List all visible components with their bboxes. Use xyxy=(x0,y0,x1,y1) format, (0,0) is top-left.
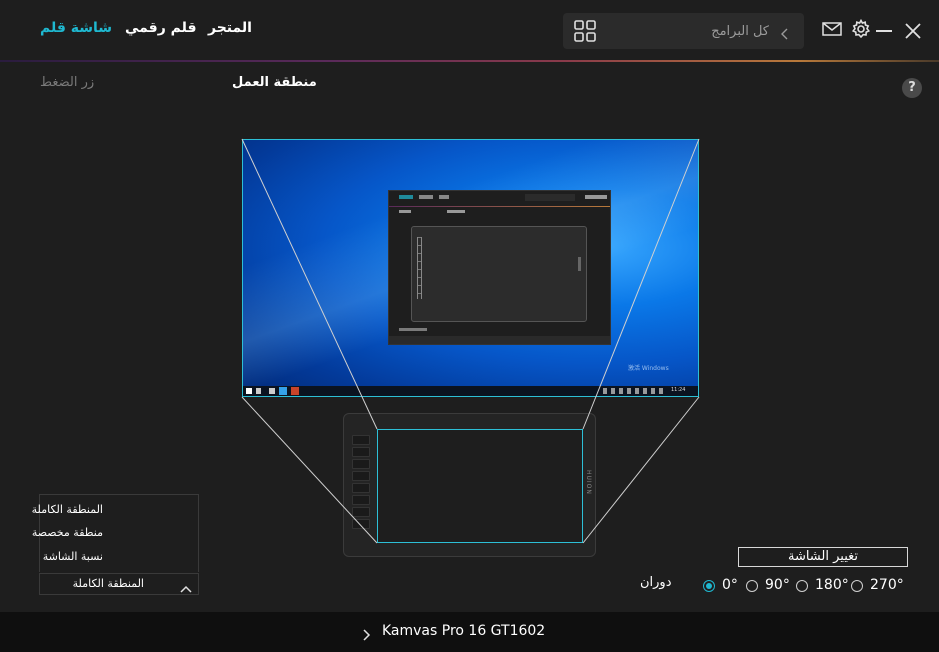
start-icon xyxy=(246,388,252,394)
change-screen-button[interactable]: تغيير الشاشة xyxy=(738,547,908,567)
rotation-radio-90[interactable] xyxy=(746,580,758,592)
chevron-up-icon[interactable] xyxy=(180,579,192,593)
option-custom-area[interactable]: منطقة مخصصة xyxy=(32,526,103,539)
mini-search xyxy=(525,194,575,201)
tab-pen-display[interactable]: شاشة قلم xyxy=(40,20,112,36)
tab-pen-tablet[interactable]: قلم رقمي xyxy=(125,20,197,36)
chevron-right-icon[interactable] xyxy=(362,626,372,641)
mini-tab xyxy=(419,195,433,199)
press-key-tab[interactable]: زر الضغط xyxy=(40,75,94,90)
search-input[interactable] xyxy=(609,21,769,41)
mini-tab xyxy=(439,195,449,199)
mini-tablet xyxy=(411,226,587,322)
rotation-radio-270[interactable] xyxy=(851,580,863,592)
rotation-label-180[interactable]: 180° xyxy=(815,577,849,593)
accent-divider xyxy=(0,60,939,62)
rotation-label-270[interactable]: 270° xyxy=(870,577,904,593)
mini-checkbox-label xyxy=(399,328,427,331)
mini-tablet-keys xyxy=(417,237,422,299)
mini-app-window xyxy=(388,190,611,345)
mini-tab-active xyxy=(399,195,413,199)
mini-window-controls xyxy=(585,195,607,199)
tab-store[interactable]: المتجر xyxy=(208,20,252,36)
windows-watermark: 激活 Windows xyxy=(628,365,669,372)
chevron-left-icon[interactable] xyxy=(779,25,791,40)
mapping-dropdown-list: المنطقة الكاملة منطقة مخصصة نسبة الشاشة xyxy=(32,494,199,572)
work-area-tab[interactable]: منطقة العمل xyxy=(232,75,317,90)
rotation-label-0[interactable]: 0° xyxy=(722,577,738,593)
mapping-selected-value: المنطقة الكاملة xyxy=(72,577,144,590)
rotation-radio-0[interactable] xyxy=(703,580,715,592)
close-icon[interactable] xyxy=(905,23,921,39)
mapping-select[interactable]: المنطقة الكاملة xyxy=(39,573,199,595)
rotation-radio-180[interactable] xyxy=(796,580,808,592)
app-icon xyxy=(291,387,299,395)
tray-clock: 11:24 xyxy=(671,387,686,393)
help-button[interactable]: ? xyxy=(902,78,922,98)
gear-icon[interactable] xyxy=(851,18,873,41)
tablet-active-area[interactable] xyxy=(377,429,583,543)
search-icon xyxy=(256,388,261,394)
option-screen-ratio[interactable]: نسبة الشاشة xyxy=(43,550,103,563)
mini-footer xyxy=(389,336,610,344)
minimize-icon[interactable] xyxy=(876,30,892,32)
mini-label xyxy=(399,210,411,213)
tray-icons xyxy=(603,388,663,394)
title-bar: شاشة قلم قلم رقمي المتجر xyxy=(0,0,939,60)
mail-icon[interactable] xyxy=(822,21,842,37)
device-name[interactable]: Kamvas Pro 16 GT1602 xyxy=(382,623,545,639)
mini-tablet-brand xyxy=(578,257,581,271)
grid-apps-icon[interactable] xyxy=(574,20,596,42)
search-box[interactable] xyxy=(563,13,804,49)
taskview-icon xyxy=(269,388,275,394)
option-full-area[interactable]: المنطقة الكاملة xyxy=(32,503,103,516)
app-icon xyxy=(279,387,287,395)
tablet-brand: HUION xyxy=(585,470,592,495)
mini-label xyxy=(447,210,465,213)
mini-accent xyxy=(389,206,610,207)
rotation-label-90[interactable]: 90° xyxy=(765,577,790,593)
screen-preview: 激活 Windows 11:24 xyxy=(242,139,699,397)
tablet-express-keys xyxy=(352,435,370,535)
rotation-label: دوران xyxy=(640,575,672,590)
taskbar: 11:24 xyxy=(243,386,698,396)
